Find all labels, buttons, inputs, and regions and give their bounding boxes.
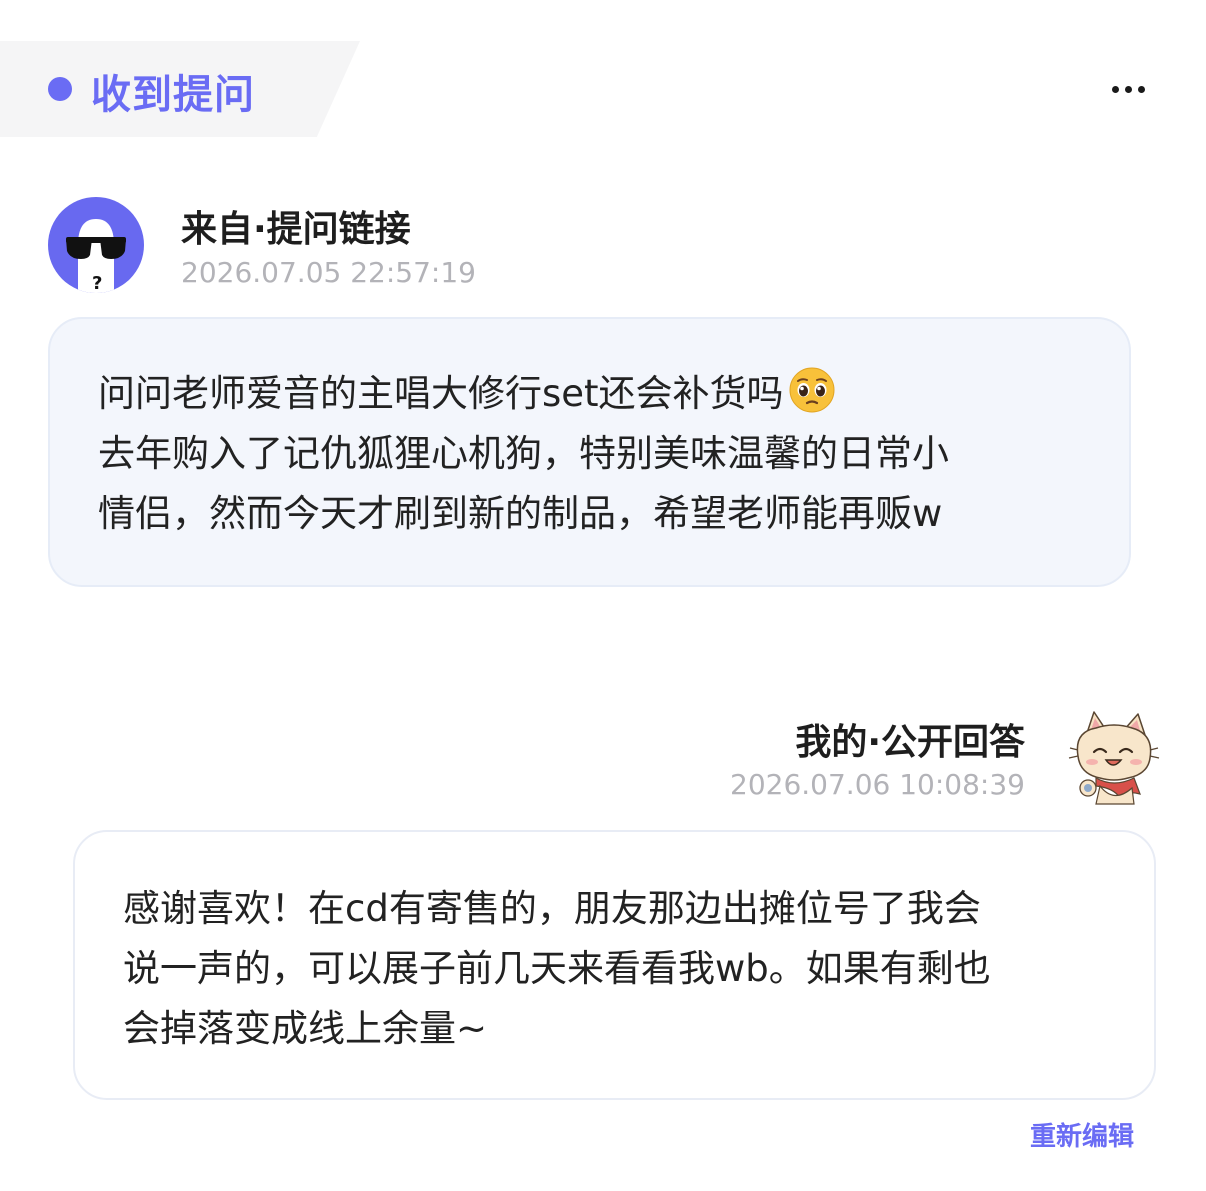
question-timestamp: 2026.07.05 22:57:19 [181,256,476,289]
more-dot-icon [1137,85,1145,93]
question-bubble: 问问老师爱音的主唱大修行set还会补货吗 去年购入了记仇狐狸心机狗，特别美味温馨… [48,317,1131,587]
header-dot-icon [48,77,72,101]
question-sender: 来自·提问链接 [181,209,411,250]
pleading-face-emoji-icon [788,366,836,414]
answer-line: 说一声的，可以展子前几天来看看我wb。如果有剩也 [123,947,991,990]
reedit-button[interactable]: 重新编辑 [1030,1116,1134,1153]
more-dot-icon [1124,85,1132,93]
more-options-button[interactable] [1100,72,1156,106]
question-line: 情侣，然而今天才刷到新的制品，希望老师能再贩w [98,492,943,535]
cat-avatar-icon[interactable] [1066,708,1162,808]
page-title: 收到提问 [91,72,255,118]
answer-line: 感谢喜欢！在cd有寄售的，朋友那边出摊位号了我会 [123,887,981,930]
question-text: 问问老师爱音的主唱大修行set还会补货吗 去年购入了记仇狐狸心机狗，特别美味温馨… [98,364,1089,544]
answer-timestamp: 2026.07.06 10:08:39 [730,768,1025,801]
more-dot-icon [1111,85,1119,93]
question-line: 去年购入了记仇狐狸心机狗，特别美味温馨的日常小 [98,432,949,475]
answer-line: 会掉落变成线上余量~ [123,1007,488,1050]
svg-text:?: ? [92,273,102,293]
question-line: 问问老师爱音的主唱大修行set还会补货吗 [98,372,784,415]
answer-bubble: 感谢喜欢！在cd有寄售的，朋友那边出摊位号了我会 说一声的，可以展子前几天来看看… [73,830,1156,1100]
anonymous-avatar-icon[interactable]: ? [48,197,144,293]
answer-text: 感谢喜欢！在cd有寄售的，朋友那边出摊位号了我会 说一声的，可以展子前几天来看看… [123,879,1114,1059]
answer-author: 我的·公开回答 [795,722,1025,763]
